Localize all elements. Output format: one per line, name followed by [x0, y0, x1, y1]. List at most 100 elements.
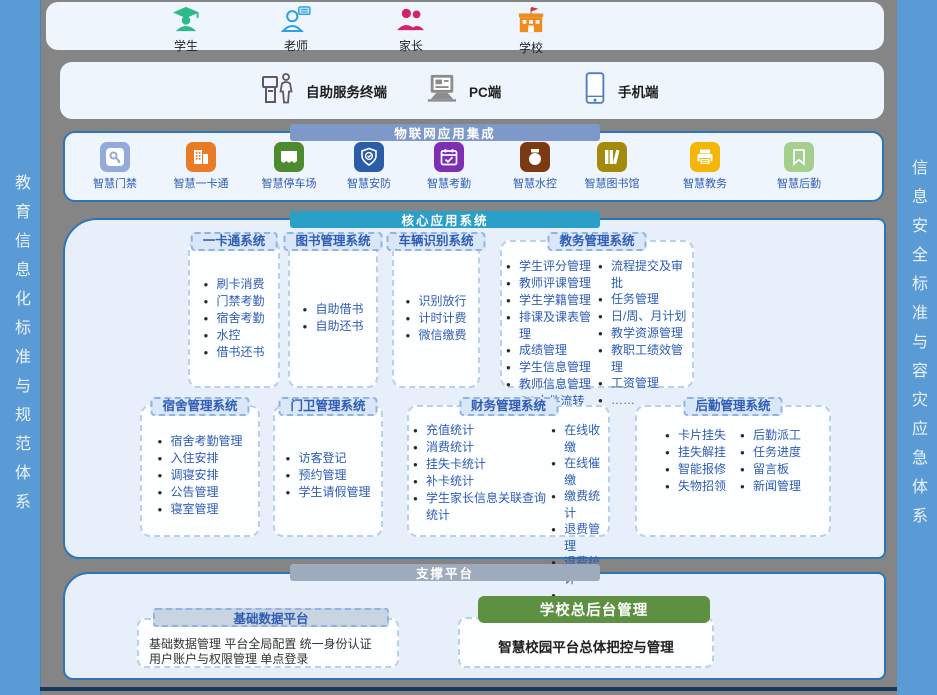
- system-box-title: 门卫管理系统: [278, 397, 377, 416]
- system-list-item: 宿舍考勤: [203, 310, 264, 327]
- system-list-item: 学生评分管理: [506, 258, 596, 275]
- system-list-item: 挂失解挂: [665, 444, 726, 461]
- system-list-item: 工资管理: [598, 375, 688, 392]
- iot-item: 智慧考勤: [405, 142, 493, 191]
- system-box-gate: 门卫管理系统 访客登记预约管理学生请假管理: [273, 405, 383, 537]
- user-item: 家长: [371, 6, 451, 54]
- iot-label: 智慧考勤: [427, 175, 471, 191]
- iot-item: 智慧后勤: [755, 142, 843, 191]
- system-list-item: 后勤派工: [740, 427, 801, 444]
- base-data-line2: 用户账户与权限管理 单点登录: [149, 652, 397, 667]
- system-list-item: 缴费统计: [551, 488, 604, 521]
- iot-banner: 物联网应用集成: [290, 124, 600, 141]
- user-item: 老师: [256, 6, 336, 54]
- system-box-title: 图书管理系统: [283, 232, 382, 251]
- system-item-list: 充值统计消费统计挂失卡统计补卡统计学生家长信息关联查询统计: [413, 422, 549, 523]
- user-item: 学校: [491, 6, 571, 56]
- system-box-body: 访客登记预约管理学生请假管理: [275, 407, 381, 535]
- iot-label: 智慧停车场: [262, 175, 317, 191]
- system-item-list: 流程提交及审批任务管理日/周、月计划教学资源管理教职工绩效管理工资管理……: [598, 258, 688, 409]
- iot-item: 智慧水控: [491, 142, 579, 191]
- user-label: 老师: [284, 37, 308, 54]
- system-box-body: 宿舍考勤管理入住安排调寝安排公告管理寝室管理: [142, 407, 258, 535]
- system-item-list: 识别放行计时计费微信缴费: [405, 293, 466, 344]
- base-data-platform-title: 基础数据平台: [153, 608, 389, 627]
- water-icon: [520, 142, 550, 172]
- system-list-item: 成绩管理: [506, 342, 596, 359]
- terminal-item: 手机端: [582, 62, 659, 119]
- user-label: 家长: [399, 37, 423, 54]
- bottom-divider: [40, 687, 897, 691]
- terminals-panel: 自助服务终端 PC端 手机端: [60, 62, 884, 119]
- users-panel: 学生 老师 家长 学校: [46, 2, 884, 50]
- user-label: 学生: [174, 37, 198, 54]
- system-list-item: 教职工绩效管理: [598, 342, 688, 375]
- system-box-body: 识别放行计时计费微信缴费: [394, 242, 478, 386]
- system-box-title: 后勤管理系统: [683, 397, 782, 416]
- system-list-item: 排课及课表管理: [506, 309, 596, 342]
- iot-item: 智慧图书馆: [568, 142, 656, 191]
- attendance-icon: [434, 142, 464, 172]
- system-box-body: 学生评分管理教师评课管理学生学籍管理排课及课表管理成绩管理学生信息管理教师信息管…: [502, 242, 692, 386]
- system-list-item: 学生学籍管理: [506, 292, 596, 309]
- iot-label: 智慧后勤: [777, 175, 821, 191]
- system-list-item: 寝室管理: [157, 501, 242, 518]
- system-list-item: 任务进度: [740, 444, 801, 461]
- system-box-title: 教务管理系统: [547, 232, 646, 251]
- system-list-item: 退费管理: [551, 521, 604, 554]
- system-item-list: 自助借书自助还书: [302, 301, 363, 335]
- system-box-body: 自助借书自助还书: [290, 242, 376, 386]
- system-list-item: 智能报修: [665, 461, 726, 478]
- system-list-item: 学生信息管理: [506, 359, 596, 376]
- right-security-label: 信息安全标准与容灾应急体系: [897, 159, 937, 536]
- logistics-icon: [784, 142, 814, 172]
- support-banner: 支撑平台: [290, 564, 600, 581]
- system-item-list: 刷卡消费门禁考勤宿舍考勤水控借书还书: [203, 276, 264, 361]
- system-list-item: 识别放行: [405, 293, 466, 310]
- system-list-item: 学生请假管理: [285, 484, 370, 501]
- system-box-title: 一卡通系统: [191, 232, 278, 251]
- system-list-item: 调寝安排: [157, 467, 242, 484]
- left-standards-bar: 教育信息化标准与规范体系: [0, 0, 41, 695]
- school-admin-title: 学校总后台管理: [478, 596, 710, 623]
- iot-label: 智慧水控: [513, 175, 557, 191]
- system-box-logistics: 后勤管理系统 卡片挂失挂失解挂智能报修失物招领后勤派工任务进度留言板新闻管理: [635, 405, 831, 537]
- iot-item: 智慧门禁: [71, 142, 159, 191]
- system-list-item: 教师信息管理: [506, 376, 596, 393]
- smart-campus-diagram: 教育信息化标准与规范体系 信息安全标准与容灾应急体系 学生 老师 家长 学校 自…: [0, 0, 937, 695]
- system-list-item: 借书还书: [203, 344, 264, 361]
- system-list-item: 流程提交及审批: [598, 258, 688, 291]
- system-box-library: 图书管理系统 自助借书自助还书: [288, 240, 378, 388]
- system-list-item: 公告管理: [157, 484, 242, 501]
- system-box-title: 车辆识别系统: [386, 232, 485, 251]
- access-control-icon: [100, 142, 130, 172]
- system-box-title: 宿舍管理系统: [150, 397, 249, 416]
- iot-label: 智慧门禁: [93, 175, 137, 191]
- system-box-body: 卡片挂失挂失解挂智能报修失物招领后勤派工任务进度留言板新闻管理: [637, 407, 829, 535]
- iot-label: 智慧一卡通: [174, 175, 229, 191]
- terminal-label: 手机端: [618, 81, 659, 101]
- system-list-item: 充值统计: [413, 422, 549, 439]
- terminal-label: 自助服务终端: [306, 81, 387, 101]
- pc-icon: [425, 73, 459, 108]
- system-item-list: 卡片挂失挂失解挂智能报修失物招领: [665, 427, 726, 495]
- system-box-finance: 财务管理系统 充值统计消费统计挂失卡统计补卡统计学生家长信息关联查询统计在线收缴…: [407, 405, 610, 537]
- system-box-card: 一卡通系统 刷卡消费门禁考勤宿舍考勤水控借书还书: [188, 240, 280, 388]
- left-standards-label: 教育信息化标准与规范体系: [0, 174, 40, 522]
- right-security-bar: 信息安全标准与容灾应急体系: [897, 0, 937, 695]
- iot-item: 智慧停车场: [245, 142, 333, 191]
- system-list-item: 刷卡消费: [203, 276, 264, 293]
- iot-label: 智慧图书馆: [585, 175, 640, 191]
- system-list-item: 卡片挂失: [665, 427, 726, 444]
- core-banner: 核心应用系统: [290, 211, 600, 228]
- system-item-list: 后勤派工任务进度留言板新闻管理: [740, 427, 801, 495]
- system-box-vehicle: 车辆识别系统 识别放行计时计费微信缴费: [392, 240, 480, 388]
- terminal-label: PC端: [469, 81, 501, 101]
- system-box-academic: 教务管理系统 学生评分管理教师评课管理学生学籍管理排课及课表管理成绩管理学生信息…: [500, 240, 694, 388]
- system-list-item: 挂失卡统计: [413, 456, 549, 473]
- base-data-line1: 基础数据管理 平台全局配置 统一身份认证: [149, 637, 397, 652]
- system-list-item: 自助借书: [302, 301, 363, 318]
- system-list-item: 留言板: [740, 461, 801, 478]
- onecard-icon: [186, 142, 216, 172]
- student-icon: [171, 6, 201, 37]
